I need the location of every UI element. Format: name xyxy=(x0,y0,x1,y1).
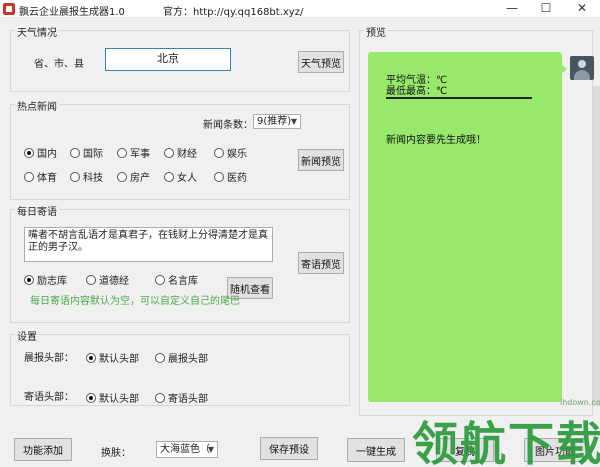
quote-header-custom-radio[interactable]: 寄语头部 xyxy=(155,390,208,405)
weather-preview-button[interactable]: 天气预览 xyxy=(298,51,344,73)
region-label: 省、市、县 xyxy=(34,59,84,70)
news-radio-military[interactable]: 军事 xyxy=(117,145,150,160)
radio-icon xyxy=(24,171,34,182)
radio-icon xyxy=(86,392,96,403)
radio-icon xyxy=(70,171,80,182)
skin-value: 大海蓝色（ xyxy=(160,444,210,455)
scrollbar[interactable] xyxy=(593,86,600,406)
preview-min-max: 最低最高：℃ xyxy=(386,86,448,97)
radio-icon xyxy=(86,274,96,285)
quote-radio-famous[interactable]: 名言库 xyxy=(155,272,198,287)
news-count-value: 9(推荐) xyxy=(257,116,292,127)
title-bar: 飘云企业晨报生成器1.0 官方：http://qy.qq168bt.xyz/ —… xyxy=(0,0,600,18)
radio-icon xyxy=(155,352,165,363)
news-radio-sports[interactable]: 体育 xyxy=(24,169,57,184)
morning-header-custom-radio[interactable]: 晨报头部 xyxy=(155,350,208,365)
save-preset-button[interactable]: 保存预设 xyxy=(260,437,318,460)
maximize-button[interactable]: ☐ xyxy=(530,0,562,18)
radio-icon xyxy=(164,171,174,182)
watermark-site: ihdown.com xyxy=(560,398,600,407)
preview-divider xyxy=(386,97,532,99)
news-group-title: 热点新闻 xyxy=(15,98,59,113)
quote-header-label: 寄语头部： xyxy=(24,392,74,403)
quote-group-title: 每日寄语 xyxy=(15,203,59,218)
watermark-logo: 领航下载 xyxy=(412,417,600,467)
chevron-down-icon: ▼ xyxy=(207,445,214,454)
news-radio-women[interactable]: 女人 xyxy=(164,169,197,184)
bubble-tail xyxy=(561,64,567,74)
preview-bubble xyxy=(368,52,562,402)
radio-icon xyxy=(24,147,34,158)
news-preview-button[interactable]: 新闻预览 xyxy=(298,149,344,171)
news-count-select[interactable]: 9(推荐) ▼ xyxy=(253,114,301,129)
morning-header-label: 晨报头部： xyxy=(24,353,74,364)
skin-label: 换肤： xyxy=(101,448,131,459)
radio-icon xyxy=(86,352,96,363)
generate-button[interactable]: 一键生成 xyxy=(347,438,405,462)
radio-icon xyxy=(117,171,127,182)
news-radio-medicine[interactable]: 医药 xyxy=(214,169,247,184)
radio-icon xyxy=(214,147,224,158)
close-button[interactable]: ✕ xyxy=(566,0,598,18)
quote-radio-taoteching[interactable]: 道德经 xyxy=(86,272,129,287)
radio-icon xyxy=(117,147,127,158)
radio-icon xyxy=(155,392,165,403)
news-radio-finance[interactable]: 财经 xyxy=(164,145,197,160)
radio-icon xyxy=(164,147,174,158)
avatar xyxy=(570,56,594,80)
news-radio-realestate[interactable]: 房产 xyxy=(117,169,150,184)
skin-select[interactable]: 大海蓝色（ ▼ xyxy=(156,441,218,458)
news-radio-international[interactable]: 国际 xyxy=(70,145,103,160)
quote-preview-button[interactable]: 寄语预览 xyxy=(298,252,344,274)
news-radio-entertainment[interactable]: 娱乐 xyxy=(214,145,247,160)
preview-news-placeholder: 新闻内容要先生成哦！ xyxy=(386,135,486,146)
city-input[interactable]: 北京 xyxy=(105,48,231,71)
news-radio-domestic[interactable]: 国内 xyxy=(24,145,57,160)
window-title: 飘云企业晨报生成器1.0 xyxy=(19,7,125,18)
add-feature-button[interactable]: 功能添加 xyxy=(14,438,72,461)
settings-group-title: 设置 xyxy=(15,328,39,343)
radio-icon xyxy=(70,147,80,158)
minimize-button[interactable]: — xyxy=(496,0,528,18)
news-count-label: 新闻条数： xyxy=(203,120,253,131)
app-icon xyxy=(3,3,15,15)
quote-textarea[interactable]: 嘴者不胡言乱语才是真君子，在钱财上分得清楚才是真正的男子汉。 xyxy=(24,227,273,262)
chevron-down-icon: ▼ xyxy=(290,117,297,126)
preview-group-title: 预览 xyxy=(364,24,388,39)
weather-group-title: 天气情况 xyxy=(15,24,59,39)
radio-icon xyxy=(24,274,34,285)
news-radio-tech[interactable]: 科技 xyxy=(70,169,103,184)
quote-radio-inspiration[interactable]: 励志库 xyxy=(24,272,67,287)
radio-icon xyxy=(155,274,165,285)
official-site-text: 官方：http://qy.qq168bt.xyz/ xyxy=(163,7,304,18)
radio-icon xyxy=(214,171,224,182)
quote-header-default-radio[interactable]: 默认头部 xyxy=(86,390,139,405)
quote-hint-text: 每日寄语内容默认为空，可以自定义自己的尾巴 xyxy=(30,296,240,307)
morning-header-default-radio[interactable]: 默认头部 xyxy=(86,350,139,365)
